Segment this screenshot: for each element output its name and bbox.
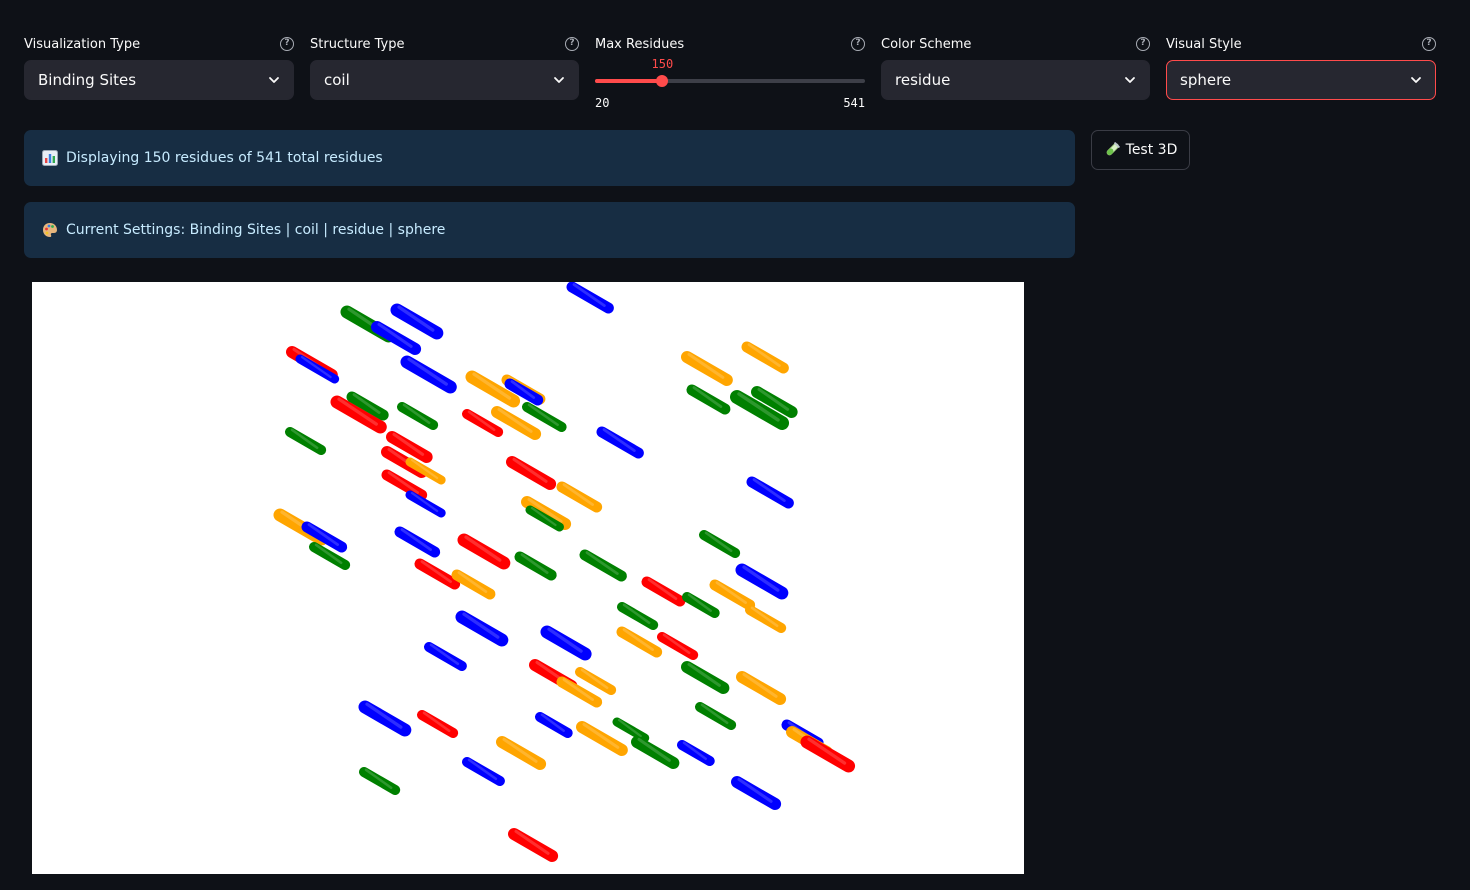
structure-type-label: Structure Type — [310, 36, 405, 52]
residue-count-info: Displaying 150 residues of 541 total res… — [24, 130, 1075, 186]
slider-thumb[interactable] — [656, 75, 669, 87]
current-settings-info: Current Settings: Binding Sites | coil |… — [24, 202, 1075, 258]
residue-count-text: Displaying 150 residues of 541 total res… — [66, 150, 383, 166]
bar-chart-icon — [42, 150, 58, 166]
help-icon[interactable]: ? — [565, 37, 579, 51]
help-icon[interactable]: ? — [1422, 37, 1436, 51]
slider-fill — [595, 79, 663, 83]
visual-style-value: sphere — [1180, 71, 1232, 89]
color-scheme-label: Color Scheme — [881, 36, 972, 52]
visualization-type-label-row: Visualization Type ? — [24, 34, 294, 54]
test-tube-icon — [1106, 142, 1120, 156]
visualization-type-value: Binding Sites — [38, 71, 137, 89]
max-residues-control: Max Residues ? 150 20 541 — [595, 34, 865, 110]
chevron-down-icon — [269, 77, 279, 83]
chevron-down-icon — [1125, 77, 1135, 83]
test-3d-button[interactable]: Test 3D — [1091, 130, 1190, 170]
structure-type-select[interactable]: coil — [310, 60, 579, 100]
current-settings-text: Current Settings: Binding Sites | coil |… — [66, 222, 446, 238]
visual-style-label: Visual Style — [1166, 36, 1242, 52]
visualization-type-select[interactable]: Binding Sites — [24, 60, 294, 100]
visual-style-label-row: Visual Style ? — [1166, 34, 1436, 54]
app-root: Visualization Type ? Binding Sites Struc… — [0, 0, 1470, 890]
structure-type-value: coil — [324, 71, 350, 89]
help-icon[interactable]: ? — [1136, 37, 1150, 51]
molecule-canvas[interactable] — [32, 282, 1024, 874]
palette-icon — [43, 223, 57, 237]
color-scheme-select[interactable]: residue — [881, 60, 1150, 100]
slider-current-value: 150 — [651, 57, 674, 71]
color-scheme-value: residue — [895, 71, 951, 89]
max-residues-slider[interactable]: 150 20 541 — [595, 54, 865, 114]
test-3d-label: Test 3D — [1125, 142, 1178, 158]
visualization-type-label: Visualization Type — [24, 36, 141, 52]
color-scheme-control: Color Scheme ? residue — [881, 34, 1150, 100]
help-icon[interactable]: ? — [280, 37, 294, 51]
slider-min-label: 20 — [595, 96, 610, 110]
max-residues-label: Max Residues — [595, 36, 685, 52]
molecule-3d-viewer[interactable] — [32, 282, 1024, 874]
slider-max-label: 541 — [843, 96, 865, 110]
chevron-down-icon — [554, 77, 564, 83]
chevron-down-icon — [1411, 77, 1421, 83]
visual-style-control: Visual Style ? sphere — [1166, 34, 1436, 100]
structure-type-label-row: Structure Type ? — [310, 34, 579, 54]
help-icon[interactable]: ? — [851, 37, 865, 51]
max-residues-label-row: Max Residues ? — [595, 34, 865, 54]
visual-style-select[interactable]: sphere — [1166, 60, 1436, 100]
visualization-type-control: Visualization Type ? Binding Sites — [24, 34, 294, 100]
color-scheme-label-row: Color Scheme ? — [881, 34, 1150, 54]
structure-type-control: Structure Type ? coil — [310, 34, 579, 100]
